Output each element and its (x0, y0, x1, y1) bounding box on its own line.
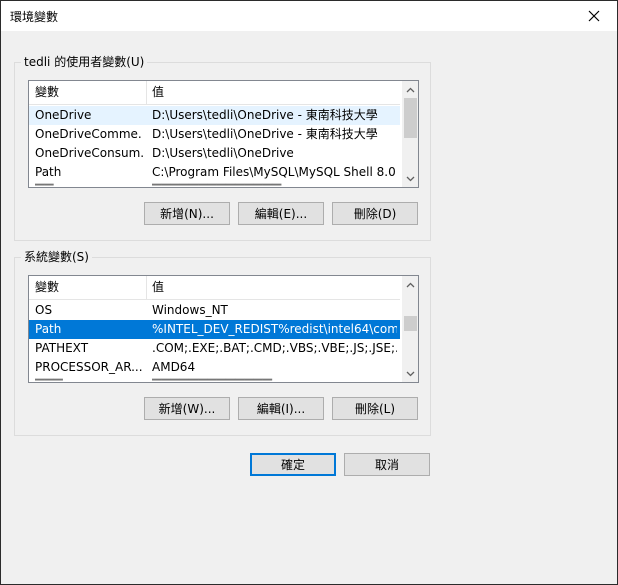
cancel-button[interactable]: 取消 (344, 453, 430, 476)
column-header-value[interactable]: 值 (146, 276, 400, 299)
system-edit-button[interactable]: 編輯(I)... (238, 397, 324, 420)
column-header-variable[interactable]: 變數 (29, 276, 146, 299)
column-header-variable[interactable]: 變數 (29, 81, 146, 104)
partial-row-glyphs: ▔▔▔ (35, 377, 143, 382)
user-variables-group: tedli 的使用者變數(U) 變數 值 OneDrive D:\Users\t… (14, 54, 431, 241)
variable-value: D:\Users\tedli\OneDrive (152, 146, 294, 160)
system-variables-group: 系統變數(S) 變數 值 OS Windows_NT Path %INTEL_D… (14, 249, 431, 436)
variable-name: OS (35, 303, 53, 317)
user-variables-label: tedli 的使用者變數(U) (21, 54, 148, 70)
list-item-partial[interactable]: ▔▔▔ ▔▔▔▔▔▔▔▔▔▔▔▔▔ (29, 377, 400, 382)
list-item-selected[interactable]: Path %INTEL_DEV_REDIST%redist\intel64\co… (29, 320, 400, 339)
system-new-button[interactable]: 新增(W)... (144, 397, 230, 420)
user-edit-button[interactable]: 編輯(E)... (238, 202, 324, 225)
list-header: 變數 值 (29, 276, 400, 300)
scroll-down-button[interactable] (402, 170, 418, 187)
system-variables-label: 系統變數(S) (21, 249, 92, 265)
column-header-value[interactable]: 值 (146, 81, 400, 104)
variable-name: OneDriveComme... (35, 127, 143, 141)
list-item[interactable]: OS Windows_NT (29, 301, 400, 320)
variable-name: Path (35, 322, 62, 336)
list-item[interactable]: OneDriveComme... D:\Users\tedli\OneDrive… (29, 125, 400, 144)
list-header: 變數 值 (29, 81, 400, 105)
variable-name: PATHEXT (35, 341, 89, 355)
scroll-up-button[interactable] (402, 81, 418, 98)
scroll-up-button[interactable] (402, 276, 418, 293)
variable-value: C:\Program Files\MySQL\MySQL Shell 8.0..… (152, 165, 397, 179)
close-icon (588, 10, 600, 22)
variable-value: Windows_NT (152, 303, 228, 317)
variable-value: D:\Users\tedli\OneDrive - 東南科技大學 (152, 127, 378, 141)
variable-value: AMD64 (152, 360, 196, 374)
user-new-button[interactable]: 新增(N)... (144, 202, 230, 225)
scroll-down-button[interactable] (402, 365, 418, 382)
partial-row-glyphs: ▔▔▔▔▔▔▔▔▔▔▔▔▔ (152, 377, 397, 382)
variable-name: PROCESSOR_AR... (35, 360, 143, 374)
chevron-up-icon (406, 87, 415, 92)
title-bar[interactable]: 環境變數 (1, 1, 617, 31)
variable-name: OneDriveConsum... (35, 146, 143, 160)
list-item[interactable]: PROCESSOR_AR... AMD64 (29, 358, 400, 377)
variable-name: OneDrive (35, 108, 92, 122)
system-delete-button[interactable]: 刪除(L) (332, 397, 418, 420)
variable-name: Path (35, 165, 62, 179)
variable-value: D:\Users\tedli\OneDrive - 東南科技大學 (152, 108, 378, 122)
partial-row-glyphs: ▔▔▔▔▔▔▔▔▔▔▔▔▔▔ (152, 182, 397, 187)
vertical-scrollbar[interactable] (401, 276, 418, 382)
list-item[interactable]: PATHEXT .COM;.EXE;.BAT;.CMD;.VBS;.VBE;.J… (29, 339, 400, 358)
vertical-scrollbar[interactable] (401, 81, 418, 187)
list-item-partial[interactable]: ▔▔ ▔▔▔▔▔▔▔▔▔▔▔▔▔▔ (29, 182, 400, 187)
variable-value: %INTEL_DEV_REDIST%redist\intel64\com... (152, 322, 397, 336)
scroll-thumb[interactable] (404, 316, 417, 331)
user-variables-list[interactable]: 變數 值 OneDrive D:\Users\tedli\OneDrive - … (28, 80, 419, 188)
scroll-thumb[interactable] (404, 98, 417, 138)
chevron-down-icon (406, 176, 415, 181)
chevron-up-icon (406, 282, 415, 287)
partial-row-glyphs: ▔▔ (35, 182, 143, 187)
close-button[interactable] (571, 1, 617, 31)
list-item[interactable]: OneDriveConsum... D:\Users\tedli\OneDriv… (29, 144, 400, 163)
list-item[interactable]: Path C:\Program Files\MySQL\MySQL Shell … (29, 163, 400, 182)
user-delete-button[interactable]: 刪除(D) (332, 202, 418, 225)
list-item[interactable]: OneDrive D:\Users\tedli\OneDrive - 東南科技大… (29, 106, 400, 125)
environment-variables-dialog: 環境變數 tedli 的使用者變數(U) 變數 值 OneDrive D:\Us… (0, 0, 618, 585)
system-variables-list[interactable]: 變數 值 OS Windows_NT Path %INTEL_DEV_REDIS… (28, 275, 419, 383)
variable-value: .COM;.EXE;.BAT;.CMD;.VBS;.VBE;.JS;.JSE;.… (152, 341, 397, 355)
chevron-down-icon (406, 371, 415, 376)
ok-button[interactable]: 確定 (250, 453, 336, 476)
window-title: 環境變數 (10, 9, 59, 24)
